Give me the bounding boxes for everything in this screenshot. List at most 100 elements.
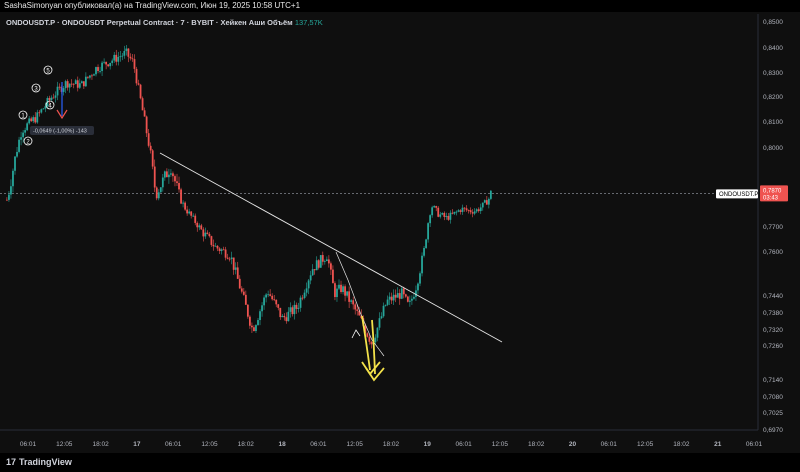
candle-body [489,190,492,199]
current-price-tag: 0,7870 [763,188,782,194]
candle-body [196,222,199,228]
x-tick-label: 06:01 [455,441,472,448]
candlestick-chart[interactable]: 0,8500 0,8400 0,8300 0,8200 0,8100 0,8000 0,78… [0,0,800,472]
y-tick-label: 0,7440 [763,293,783,300]
candle-body [441,212,444,215]
candle-body [451,212,454,214]
candle-body [382,305,385,317]
candle-body [291,307,294,315]
candle-body [238,278,241,289]
candle-body [10,186,12,195]
candle-body [242,291,245,295]
candle-body [354,304,357,310]
candle-body [307,280,310,289]
candle-body [311,269,314,276]
candle-body [64,81,67,89]
candle-body [475,209,478,212]
candle-body [342,286,344,293]
x-axis: 06:01 12:05 18:02 17 06:01 12:05 18:02 18 06:01 1… [20,441,763,448]
candle-body [317,260,320,268]
candle-body [453,211,456,214]
y-tick-label: 0,8400 [763,45,783,52]
candle-body [315,260,318,271]
trend-line[interactable] [159,152,503,343]
candle-body [58,86,61,88]
candle-body [325,259,328,262]
candle-body [463,207,466,209]
candle-body [374,337,377,343]
candle-body [479,207,482,212]
candle-body [204,232,207,237]
candle-body [303,292,306,298]
candle-body [230,257,233,259]
candle-body [419,273,421,284]
y-tick-label: 0,8000 [763,145,783,152]
candle-body [80,81,83,84]
candle-body [14,156,16,171]
candle-body [394,294,397,298]
candle-body [277,304,280,308]
candle-body [406,296,409,302]
candle-body [386,299,389,305]
candle-body [457,210,460,212]
candle-body [6,199,8,201]
yellow-arrow-icon [371,319,376,375]
candle-body [297,307,300,309]
tradingview-logo[interactable]: 17 TradingView [6,457,72,467]
candle-body [350,300,353,302]
candle-body [477,209,480,212]
candle-body [346,291,348,296]
tradingview-brand: TradingView [19,457,72,467]
candle-body [467,210,470,211]
candle-body [413,296,415,299]
candle-body [22,132,24,138]
candle-body [400,288,403,299]
candle-body [261,305,263,312]
candle-body [147,133,150,146]
candle-body [356,309,359,311]
candle-body [469,210,472,213]
candle-body [194,215,197,223]
candle-body [143,110,146,117]
candle-body [151,150,154,167]
candle-body [301,297,304,299]
candle-body [431,207,434,216]
x-tick-label: 18:02 [673,441,690,448]
candle-body [455,211,458,213]
y-tick-label: 0,8300 [763,70,783,77]
candle-body [327,259,330,264]
candle-body [473,211,476,214]
candle-body [427,223,429,240]
x-tick-label: 12:05 [201,441,218,448]
candle-body [392,294,395,301]
y-tick-label: 0,7700 [763,224,783,231]
y-tick-label: 0,7320 [763,327,783,334]
candle-body [200,225,203,230]
candle-body [192,215,195,217]
candle-body [36,112,39,123]
candle-body [91,75,93,77]
candle-body [95,67,97,75]
candle-body [18,139,20,152]
y-tick-label: 0,6970 [763,427,783,434]
candle-body [224,249,227,258]
candle-body [87,76,89,78]
candle-body [222,249,225,251]
candle-body [133,59,136,69]
candle-body [285,317,288,322]
candle-body [101,62,103,72]
candle-body [28,118,31,124]
candle-body [30,118,33,122]
candle-body [129,56,132,59]
candle-body [240,288,243,292]
y-axis: 0,8500 0,8400 0,8300 0,8200 0,8100 0,8000 0,78… [763,19,783,434]
candle-body [402,288,405,295]
candle-body [8,194,10,200]
projection-line[interactable] [335,251,385,357]
candle-body [378,318,381,328]
candle-body [443,212,446,217]
x-tick-label: 18:02 [528,441,545,448]
candle-body [198,225,201,228]
candle-body [253,327,255,332]
candle-body [165,171,168,178]
